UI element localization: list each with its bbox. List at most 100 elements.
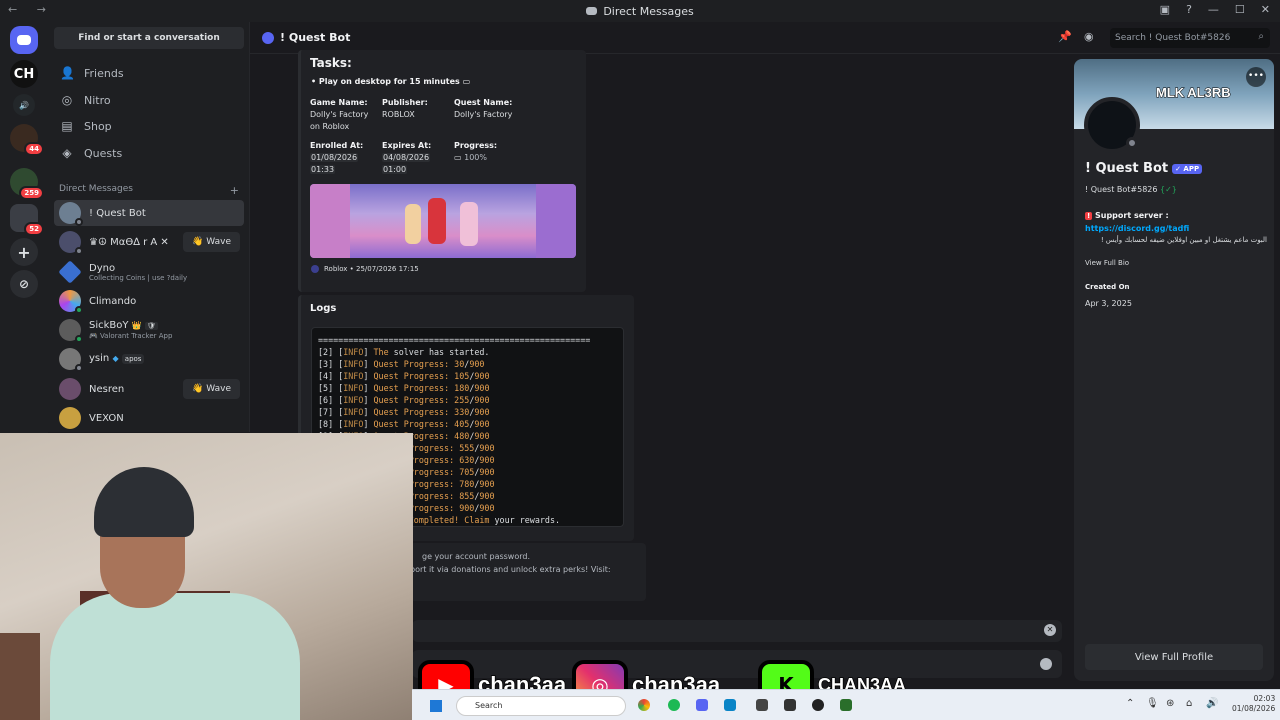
view-full-bio[interactable]: View Full Bio (1085, 259, 1129, 267)
server-icon[interactable]: 44 (10, 124, 44, 156)
crown-icon: 👑 (131, 321, 142, 330)
help-icon[interactable]: ? (1186, 3, 1192, 16)
nav-nitro[interactable]: ◎ Nitro (60, 93, 111, 107)
discord-taskbar-icon[interactable] (696, 699, 708, 711)
close-attachment-icon[interactable]: ✕ (1044, 624, 1056, 636)
minimize-icon[interactable]: — (1208, 3, 1219, 16)
pin-icon[interactable]: 📌 (1058, 30, 1072, 43)
network-icon[interactable]: ⌂ (1186, 698, 1192, 709)
server-folder[interactable]: 52 (10, 204, 44, 236)
app-icon[interactable] (812, 699, 824, 711)
taskbar-search[interactable]: Search (456, 696, 626, 716)
tray-chevron-icon[interactable]: ⌃ (1126, 698, 1134, 709)
log-line: [3] [INFO] Quest Progress: 30/900 (318, 358, 617, 370)
home-button[interactable] (10, 26, 38, 54)
nav-friends[interactable]: 👤 Friends (60, 66, 124, 80)
app-icon[interactable] (784, 699, 796, 711)
chrome-icon[interactable] (638, 699, 650, 711)
nav-arrows[interactable]: ← → (8, 3, 54, 16)
nav-quests[interactable]: ◈ Quests (60, 146, 122, 160)
log-text: ] (363, 395, 374, 405)
dm-item[interactable]: ♛☮ MαƟ∆ r A ✕ 👋 Wave (54, 229, 244, 255)
server-ch[interactable]: CH (10, 60, 38, 88)
tasks-title: Tasks: (310, 56, 352, 70)
enrolled-field: Enrolled At: 01/08/2026 01:33 (310, 141, 364, 174)
avatar (59, 319, 83, 343)
server-icon[interactable]: 259 (10, 168, 44, 200)
volume-icon[interactable]: 🔊 (1206, 698, 1218, 709)
add-server-button[interactable]: + (10, 238, 38, 266)
dm-item-quest-bot[interactable]: ! Quest Bot (54, 200, 244, 226)
log-text: [7] [ (318, 407, 344, 417)
dm-item-dyno[interactable]: Dyno Collecting Coins | use ?daily (54, 259, 244, 285)
maximize-icon[interactable]: ☐ (1235, 3, 1245, 16)
support-link[interactable]: https://discord.gg/tadfi (1085, 224, 1189, 233)
unread-badge: 259 (19, 186, 44, 200)
quests-icon: ◈ (62, 146, 72, 160)
inbox-icon[interactable]: ▣ (1160, 3, 1170, 16)
avatar (59, 348, 83, 372)
dm-item-nesren[interactable]: Nesren 👋 Wave (54, 376, 244, 402)
server-icon[interactable]: 🔊 (13, 94, 35, 116)
webcam-overlay (0, 433, 413, 720)
emoji-icon[interactable] (1040, 658, 1052, 670)
mic-icon[interactable]: 🎙 (1146, 698, 1159, 709)
dm-item-sickboy[interactable]: SickBoY 👑 🛡 🎮 Valorant Tracker App (54, 317, 244, 343)
avatar (59, 202, 83, 226)
attachment-bar: ✕ (412, 620, 1062, 642)
view-full-profile-button[interactable]: View Full Profile (1085, 644, 1263, 670)
profile-toggle-icon[interactable]: ◉ (1084, 30, 1094, 43)
log-text: 900 (479, 443, 495, 453)
dm-item-climando[interactable]: Climando (54, 288, 244, 314)
unread-badge: 52 (24, 222, 44, 236)
roblox-icon (311, 265, 319, 273)
shield-tag-icon: 🛡 (144, 322, 158, 330)
publisher-field: Publisher: ROBLOX (382, 98, 428, 119)
wave-button[interactable]: 👋 Wave (183, 379, 240, 399)
tray-icon[interactable]: ⊛ (1166, 698, 1174, 709)
created-label: Created On (1085, 283, 1130, 291)
discover-button[interactable]: ⊘ (10, 270, 38, 298)
app-icon[interactable] (724, 699, 736, 711)
log-text: Progress: (408, 491, 460, 501)
log-text: 900 (479, 467, 495, 477)
create-dm-icon[interactable]: + (230, 184, 239, 197)
log-separator: ========================================… (318, 335, 591, 345)
spotify-icon[interactable] (668, 699, 680, 711)
person-cap (94, 467, 194, 537)
log-text: 900 (479, 491, 495, 501)
window-title: Direct Messages (586, 5, 694, 18)
verified-icon: {✓} (1160, 185, 1177, 194)
window-controls: ▣ ? — ☐ ✕ (1160, 3, 1270, 16)
log-text: 900 (474, 431, 490, 441)
nav-shop[interactable]: ▤ Shop (60, 119, 111, 133)
search-input[interactable]: Search ! Quest Bot#5826 ⌕ (1110, 28, 1270, 48)
discord-icon (586, 7, 598, 15)
log-text: [8] [ (318, 419, 344, 429)
close-icon[interactable]: ✕ (1261, 3, 1270, 16)
search-icon: ⌕ (1258, 31, 1264, 42)
battery-icon: ▭ (462, 77, 471, 86)
more-options-icon[interactable]: ••• (1246, 67, 1266, 87)
channel-title: ! Quest Bot (262, 31, 350, 44)
log-text: INFO (343, 347, 364, 357)
profile-avatar (1084, 97, 1140, 153)
quest-image (310, 184, 576, 258)
dm-item-vexon[interactable]: VEXON (54, 405, 244, 431)
log-text: INFO (343, 359, 364, 369)
speaker-icon: 🔊 (19, 100, 29, 110)
arabic-note: البوت ماعم يشتغل او مبين اوفلاين ضيفه لح… (1100, 236, 1267, 244)
log-text: Claim (464, 515, 495, 525)
embed-footer: Roblox • 25/07/2026 17:15 (311, 265, 419, 273)
start-icon[interactable] (430, 700, 442, 712)
person-shirt (50, 593, 300, 720)
log-text: The (373, 347, 394, 357)
log-text: ] (363, 359, 374, 369)
app-icon[interactable] (840, 699, 852, 711)
app-icon[interactable] (756, 699, 768, 711)
find-conversation-button[interactable]: Find or start a conversation (54, 27, 244, 49)
taskbar-clock[interactable]: 02:03 01/08/2026 (1232, 694, 1275, 714)
dm-item-ysin[interactable]: ysin ◆ apos (54, 346, 244, 372)
wave-button[interactable]: 👋 Wave (183, 232, 240, 252)
created-date: Apr 3, 2025 (1085, 299, 1132, 308)
